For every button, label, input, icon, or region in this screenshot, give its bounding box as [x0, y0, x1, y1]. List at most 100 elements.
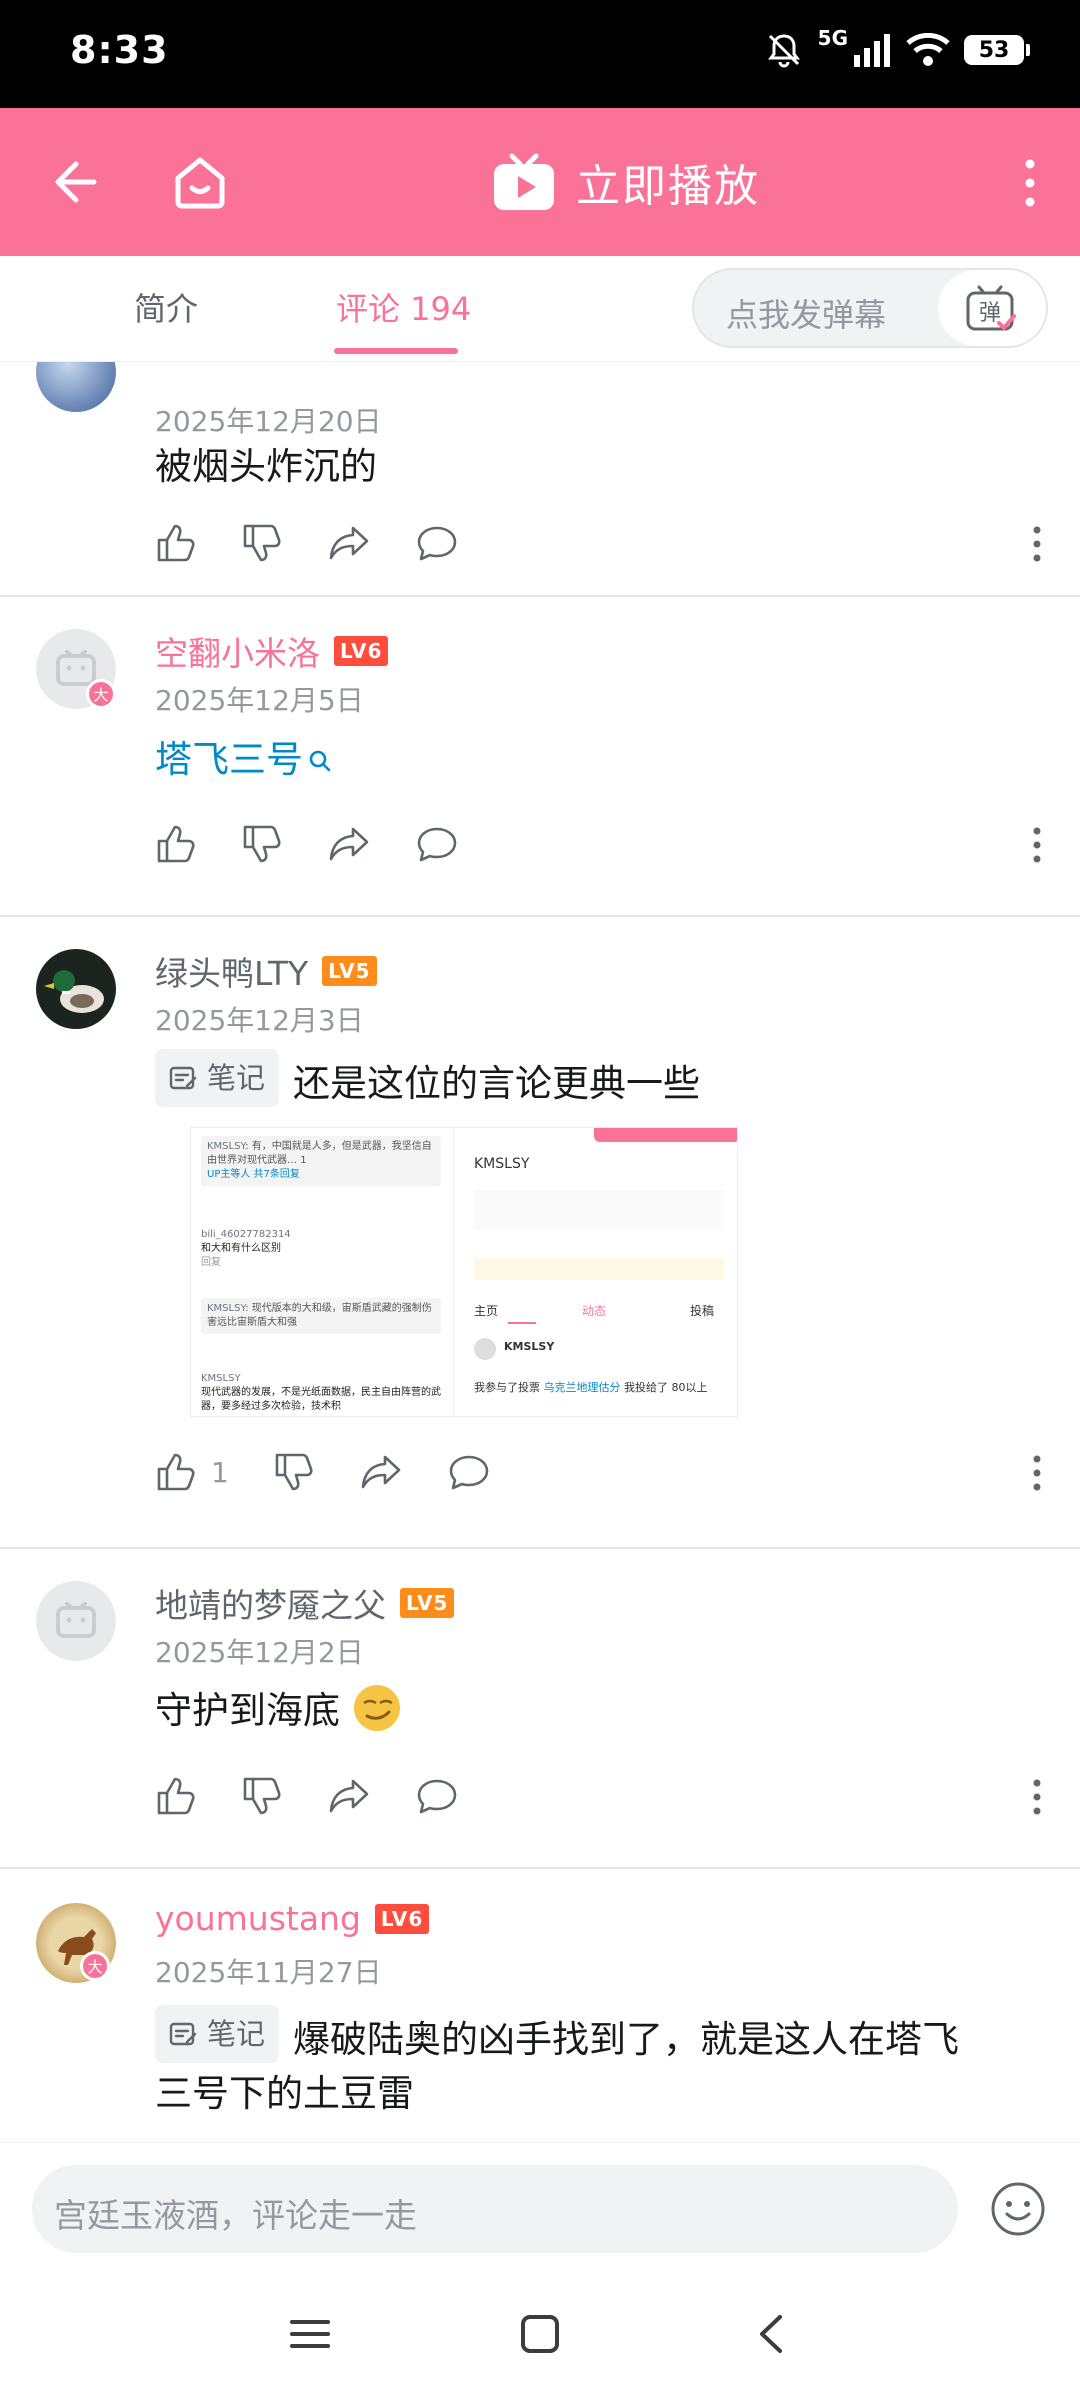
share-button[interactable] — [327, 823, 371, 865]
thumbs-up-icon — [157, 825, 195, 863]
top-header: 立即播放 — [0, 108, 1080, 256]
comment-bubble-icon — [417, 526, 457, 561]
img-post-text: 我参与了投票 — [474, 1381, 540, 1394]
play-now-button[interactable]: 立即播放 — [492, 150, 760, 214]
mute-bell-icon — [767, 34, 800, 68]
reply-button[interactable] — [447, 1451, 491, 1493]
img-reply-like: 1 — [300, 1155, 307, 1166]
comment-bubble-icon — [449, 1455, 489, 1490]
image-left-panel: KMSLSY: 有，中国就是人多，但是武器，我坚信自由世界对现代武器… 1 UP… — [191, 1128, 453, 1416]
comment-image[interactable]: KMSLSY: 有，中国就是人多，但是武器，我坚信自由世界对现代武器… 1 UP… — [190, 1127, 738, 1417]
comment-date: 2025年12月20日 — [155, 405, 382, 438]
official-badge: 大 — [80, 1951, 110, 1981]
img-post-link: 乌克兰地理估分 — [543, 1381, 621, 1394]
img-reply-text: 现代武器的发展，不是光纸面数据，民主自由阵营的武器，要多经过多次检验，技术积 — [201, 1387, 441, 1412]
username[interactable]: 空翻小米洛 LV6 — [155, 627, 389, 675]
comment-more-icon[interactable] — [1032, 827, 1042, 863]
status-icons: 5G 53 — [764, 26, 1030, 70]
back-chevron-icon[interactable] — [752, 2314, 792, 2354]
reply-button[interactable] — [415, 1775, 459, 1817]
like-button[interactable]: 1 — [155, 1451, 229, 1493]
dislike-button[interactable] — [241, 823, 283, 865]
more-vertical-icon[interactable] — [1020, 158, 1040, 208]
img-reply-more: UP主等人 共7条回复 — [207, 1169, 300, 1180]
avatar[interactable] — [36, 1581, 116, 1661]
dislike-button[interactable] — [241, 1775, 283, 1817]
comment-date: 2025年11月27日 — [155, 1956, 382, 1989]
comment-actions — [155, 819, 503, 869]
img-tab-dynamic: 动态 — [581, 1304, 606, 1318]
share-button[interactable] — [359, 1451, 403, 1493]
comment-item: 绿头鸭LTY LV5 2025年12月3日 笔记 还是这位的言论更典一些 KMSL… — [0, 917, 1080, 1549]
tab-intro[interactable]: 简介 — [134, 284, 198, 330]
official-badge: 大 — [86, 679, 116, 709]
comment-text-line2: 三号下的土豆雷 — [155, 2072, 414, 2115]
img-reply-name: bili_46027782314 — [201, 1229, 291, 1240]
share-button[interactable] — [327, 522, 371, 564]
tv-play-icon — [494, 153, 554, 210]
tab-comments[interactable]: 评论 194 — [336, 284, 471, 330]
note-tag[interactable]: 笔记 — [155, 2005, 280, 2063]
comment-list[interactable]: 2025年12月20日 被烟头炸沉的 大 空翻小米洛 LV6 2025年12月5… — [0, 362, 1080, 2142]
level-badge: LV6 — [334, 636, 389, 666]
thumbs-up-icon — [157, 1777, 195, 1815]
level-badge: LV5 — [322, 956, 377, 986]
comment-date: 2025年12月3日 — [155, 1004, 364, 1037]
comment-text: 还是这位的言论更典一些 — [293, 1062, 701, 1105]
comment-item: 大 空翻小米洛 LV6 2025年12月5日 塔飞三号 — [0, 597, 1080, 917]
note-tag-label: 笔记 — [207, 1061, 266, 1095]
thumbs-up-icon — [157, 1453, 195, 1491]
like-count: 1 — [211, 1455, 229, 1489]
comment-input[interactable]: 宫廷玉液酒，评论走一走 — [32, 2165, 958, 2253]
username-text: 绿头鸭LTY — [155, 954, 309, 993]
img-tab-posts: 投稿 — [689, 1304, 714, 1318]
danmaku-placeholder: 点我发弹幕 — [726, 296, 887, 334]
comment-bubble-icon — [417, 1779, 457, 1814]
img-reply-name: KMSLSY — [201, 1373, 241, 1384]
username[interactable]: 绿头鸭LTY LV5 — [155, 947, 377, 995]
share-button[interactable] — [327, 1775, 371, 1817]
img-tab-home: 主页 — [474, 1304, 499, 1318]
comment-actions — [155, 1771, 503, 1821]
menu-lines-icon[interactable] — [290, 2314, 330, 2354]
status-time: 8:33 — [70, 28, 169, 72]
image-right-panel: KMSLSY 主页 动态 投稿 KMSLSY 我参与了投票 乌克兰地理估分 我投… — [453, 1128, 737, 1416]
reply-button[interactable] — [415, 823, 459, 865]
comment-date: 2025年12月5日 — [155, 684, 364, 717]
img-post-text2: 我投给了 80以上 — [624, 1381, 708, 1394]
note-tag[interactable]: 笔记 — [155, 1049, 280, 1107]
comment-input-bar: 宫廷玉液酒，评论走一走 — [0, 2142, 1080, 2272]
reply-button[interactable] — [415, 522, 459, 564]
danmaku-input[interactable]: 点我发弹幕 弹 — [692, 268, 1048, 348]
comment-more-icon[interactable] — [1032, 1455, 1042, 1491]
username[interactable]: youmustang LV6 — [155, 1899, 430, 1938]
note-icon — [169, 1066, 197, 1090]
username[interactable]: 地靖的梦魇之父 LV5 — [155, 1579, 455, 1627]
like-button[interactable] — [155, 1775, 197, 1817]
dislike-button[interactable] — [273, 1451, 315, 1493]
share-arrow-icon — [329, 526, 369, 560]
img-reply-name: KMSLSY — [207, 1141, 246, 1152]
comment-text-block: 守护到海底 — [155, 1683, 402, 1738]
avatar[interactable] — [36, 949, 116, 1029]
danmaku-toggle-button[interactable]: 弹 — [938, 270, 1046, 346]
home-square-icon[interactable] — [520, 2314, 560, 2354]
username-text: 空翻小米洛 — [155, 634, 320, 673]
comment-actions — [155, 518, 503, 568]
home-icon[interactable] — [170, 152, 230, 212]
back-arrow-icon[interactable] — [46, 154, 102, 210]
like-button[interactable] — [155, 823, 197, 865]
dislike-button[interactable] — [241, 522, 283, 564]
danmaku-icon: 弹 — [966, 285, 1016, 331]
emoji-icon[interactable] — [990, 2181, 1046, 2237]
comment-bubble-icon — [417, 827, 457, 862]
comment-more-icon[interactable] — [1032, 526, 1042, 562]
comment-text: 守护到海底 — [155, 1689, 340, 1732]
comment-more-icon[interactable] — [1032, 1779, 1042, 1815]
comment-text-link[interactable]: 塔飞三号 — [155, 733, 333, 787]
thumbs-down-icon — [243, 825, 281, 863]
default-avatar-icon — [56, 1602, 96, 1638]
like-button[interactable] — [155, 522, 197, 564]
avatar[interactable] — [36, 362, 116, 412]
tab-active-indicator — [334, 348, 458, 354]
